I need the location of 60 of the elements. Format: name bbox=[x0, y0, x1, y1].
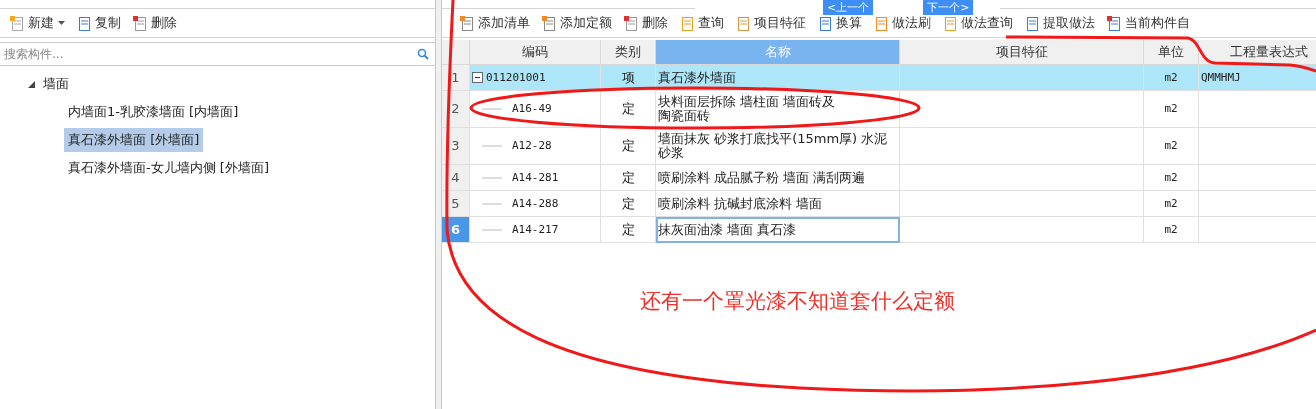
table-cell: 定 bbox=[621, 170, 635, 185]
caret-icon bbox=[58, 21, 65, 25]
form-icon bbox=[1107, 15, 1121, 31]
table-cell: 喷刷涂料 抗碱封底涂料 墙面 bbox=[658, 196, 823, 211]
tree-line-icon bbox=[482, 108, 502, 110]
table-cell: m2 bbox=[1164, 102, 1178, 116]
table-cell: 定 bbox=[621, 102, 635, 116]
delete-icon bbox=[624, 15, 638, 31]
table-cell: A14-281 bbox=[512, 170, 559, 185]
tree-item[interactable]: 真石漆外墙面 [外墙面] bbox=[64, 128, 204, 152]
tree-line-icon bbox=[482, 176, 502, 179]
tree-line-icon bbox=[482, 228, 502, 231]
tree-item[interactable]: 墙面 bbox=[43, 75, 69, 93]
table-cell: QMMHMJ bbox=[1201, 70, 1241, 85]
new-file-icon bbox=[10, 15, 24, 31]
tree-line-icon bbox=[482, 202, 502, 205]
document-icon bbox=[943, 15, 957, 31]
search-icon[interactable] bbox=[417, 48, 429, 60]
tree-item[interactable]: 真石漆外墙面-女儿墙内侧 [外墙面] bbox=[64, 156, 273, 180]
document-pen-icon bbox=[1025, 15, 1039, 31]
copy-icon bbox=[77, 15, 91, 31]
table-cell: A12-28 bbox=[512, 139, 552, 153]
table-cell: m2 bbox=[1164, 70, 1178, 85]
table-cell: m2 bbox=[1164, 170, 1178, 185]
column-header[interactable]: 类别 bbox=[601, 40, 656, 65]
column-header[interactable]: 项目特征 bbox=[900, 40, 1144, 65]
tree-item[interactable]: 内墙面1-乳胶漆墙面 [内墙面] bbox=[64, 100, 243, 124]
table-cell: m2 bbox=[1164, 222, 1178, 237]
column-header[interactable]: 编码 bbox=[470, 40, 601, 65]
tree-line-icon bbox=[482, 145, 502, 147]
table-cell: A14-217 bbox=[512, 222, 559, 237]
table-cell: m2 bbox=[1164, 196, 1178, 211]
table-cell: 项 bbox=[621, 70, 635, 85]
document-icon bbox=[680, 15, 694, 31]
annotation-note: 还有一个罩光漆不知道套什么定额 bbox=[640, 288, 955, 315]
table-cell: 喷刷涂料 成品腻子粉 墙面 满刮两遍 bbox=[658, 170, 866, 185]
row-number[interactable]: 2 bbox=[442, 91, 470, 128]
list-icon bbox=[736, 15, 750, 31]
add-list-icon bbox=[460, 15, 474, 31]
table-cell: 定 bbox=[621, 196, 635, 211]
table-cell-text: 块料面层拆除 墙柱面 墙面砖及陶瓷面砖 bbox=[658, 95, 837, 123]
table-cell: 抹灰面油漆 墙面 真石漆 bbox=[658, 222, 797, 237]
document-icon bbox=[874, 15, 888, 31]
row-number[interactable]: 5 bbox=[442, 191, 470, 217]
collapse-icon[interactable] bbox=[472, 72, 483, 83]
delete-icon bbox=[133, 15, 147, 31]
table-cell: A16-49 bbox=[512, 102, 552, 116]
table-cell: 定 bbox=[621, 222, 635, 237]
table-cell: m2 bbox=[1164, 139, 1178, 153]
expanded-triangle-icon[interactable] bbox=[28, 80, 35, 88]
table-cell: 真石漆外墙面 bbox=[658, 70, 736, 85]
add-list-icon bbox=[542, 15, 556, 31]
column-header[interactable]: 工程量表达式 bbox=[1199, 40, 1316, 65]
column-header[interactable]: 单位 bbox=[1144, 40, 1199, 65]
table-cell: 011201001 bbox=[486, 70, 546, 85]
header-corner bbox=[442, 40, 470, 65]
table-cell: A14-288 bbox=[512, 196, 559, 211]
document-icon bbox=[818, 15, 832, 31]
table-cell-text: 墙面抹灰 砂浆打底找平(15mm厚) 水泥砂浆 bbox=[658, 132, 889, 160]
table-cell: 定 bbox=[621, 139, 635, 153]
